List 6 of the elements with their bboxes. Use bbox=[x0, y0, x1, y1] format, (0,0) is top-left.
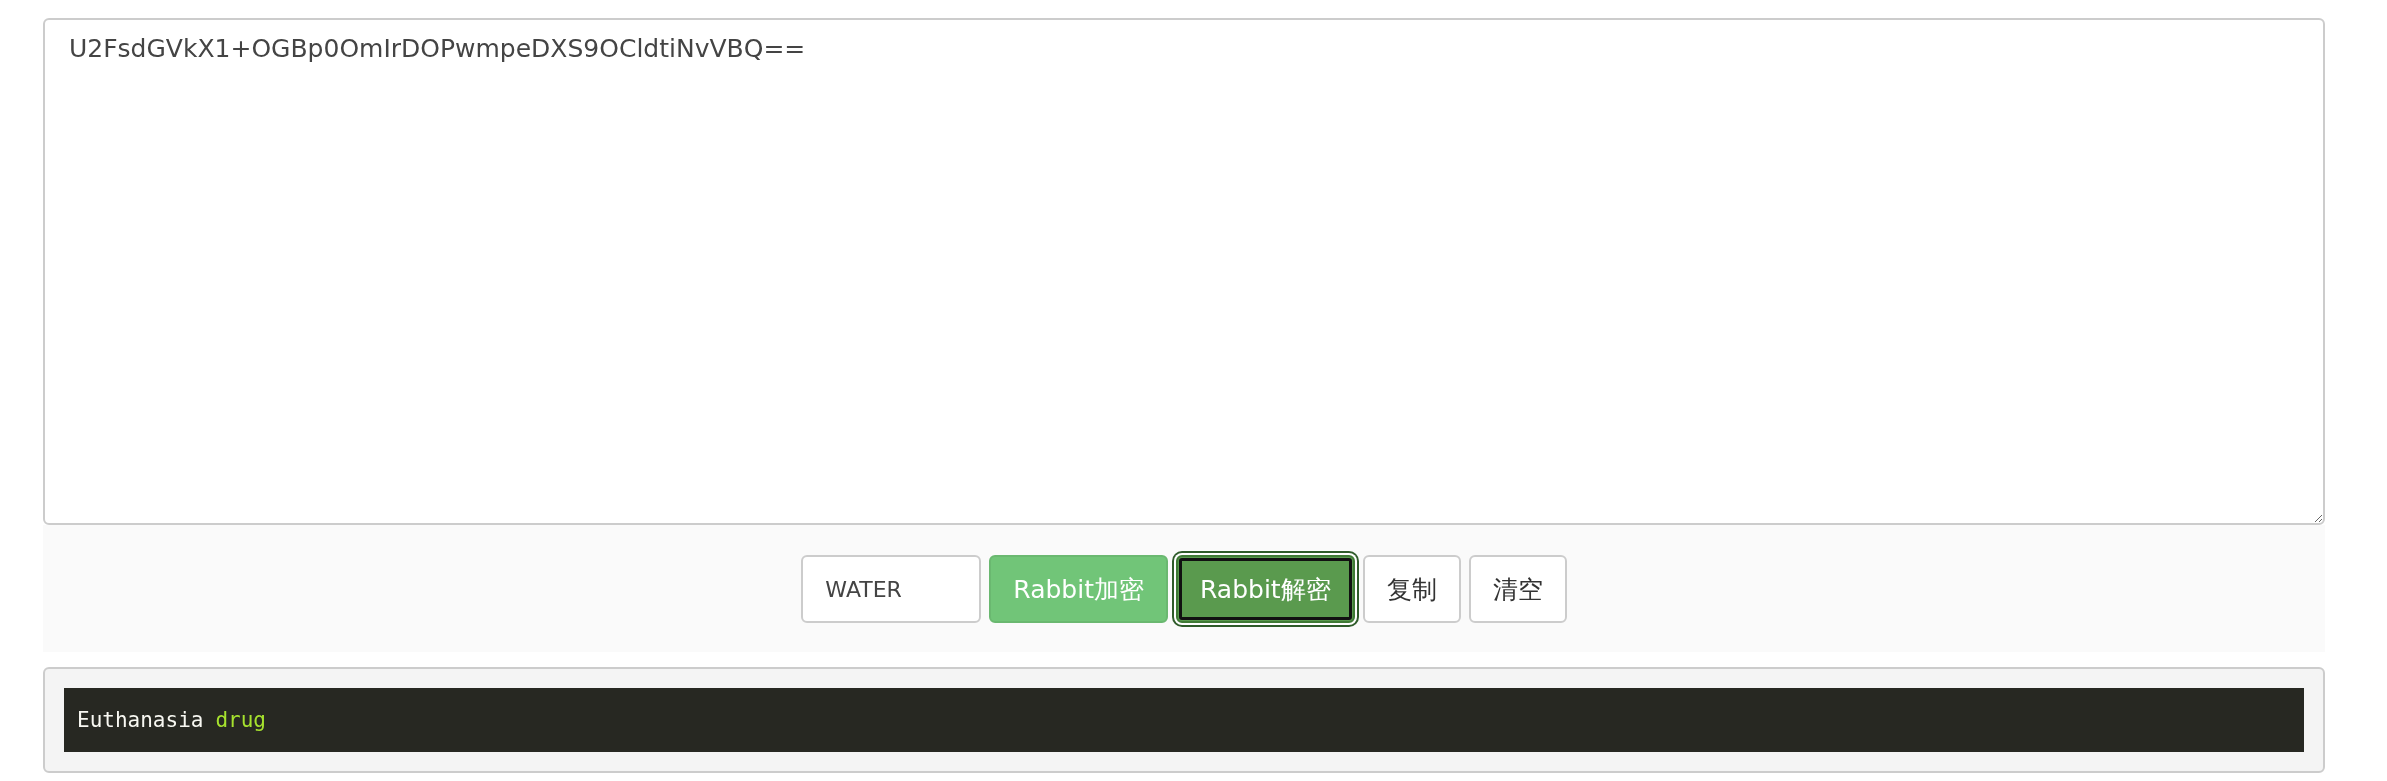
action-button[interactable]: 清空 bbox=[1468, 555, 1567, 623]
code-token: Euthanasia bbox=[77, 708, 204, 732]
key-field[interactable]: WATER bbox=[801, 555, 982, 623]
action-button[interactable]: 复制 bbox=[1362, 555, 1461, 623]
text-area[interactable]: U2FsdGVkX1+OGBp0OmIrDOPwmpeDXS9OCldtiNvVBQ== bbox=[43, 18, 2325, 525]
code-token: drug bbox=[215, 708, 266, 732]
